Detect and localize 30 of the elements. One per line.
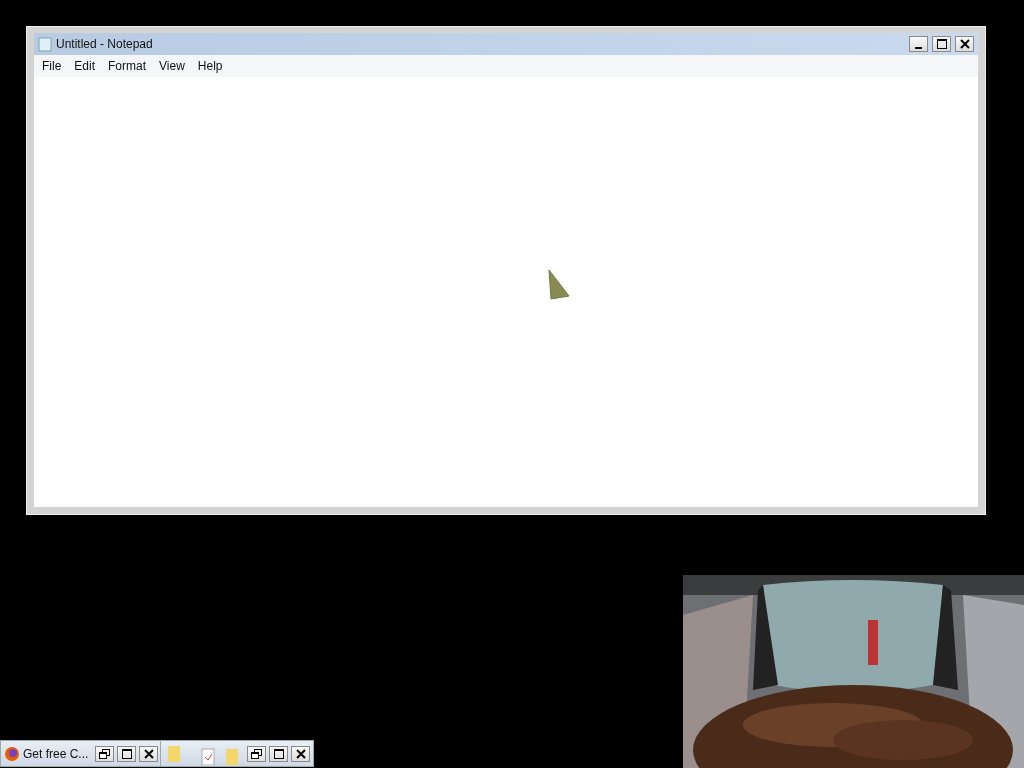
menu-item[interactable]: Edit: [68, 57, 102, 75]
window-title: Get free C...: [23, 746, 89, 761]
restore-button[interactable]: [247, 745, 266, 762]
minimize-icon: [915, 46, 922, 49]
minimized-window[interactable]: Get free C...: [0, 740, 163, 767]
close-button[interactable]: [139, 745, 159, 762]
window-title: Untitled - Notepad: [56, 37, 154, 51]
minimize-button[interactable]: [909, 36, 928, 52]
close-icon: [143, 748, 154, 759]
menu-item[interactable]: File: [36, 57, 68, 75]
maximize-button[interactable]: [117, 745, 137, 762]
minimized-window[interactable]: [160, 740, 314, 767]
notepad-icon: [38, 36, 52, 52]
restore-icon: [251, 748, 262, 759]
menu-item[interactable]: Format: [102, 57, 153, 75]
maximize-button[interactable]: [932, 36, 951, 52]
close-button[interactable]: [955, 36, 974, 52]
close-button[interactable]: [291, 745, 310, 762]
cursor-icon: [547, 269, 571, 301]
restore-button[interactable]: [95, 745, 115, 762]
menu-item[interactable]: Help: [191, 57, 229, 75]
close-icon: [959, 39, 970, 49]
maximize-icon: [121, 748, 132, 759]
menu-item[interactable]: View: [153, 57, 191, 75]
close-icon: [295, 748, 306, 759]
maximize-button[interactable]: [269, 745, 288, 762]
maximize-icon: [936, 39, 947, 49]
maximize-icon: [273, 748, 284, 759]
restore-icon: [99, 748, 111, 759]
browser-icon: [4, 745, 20, 762]
